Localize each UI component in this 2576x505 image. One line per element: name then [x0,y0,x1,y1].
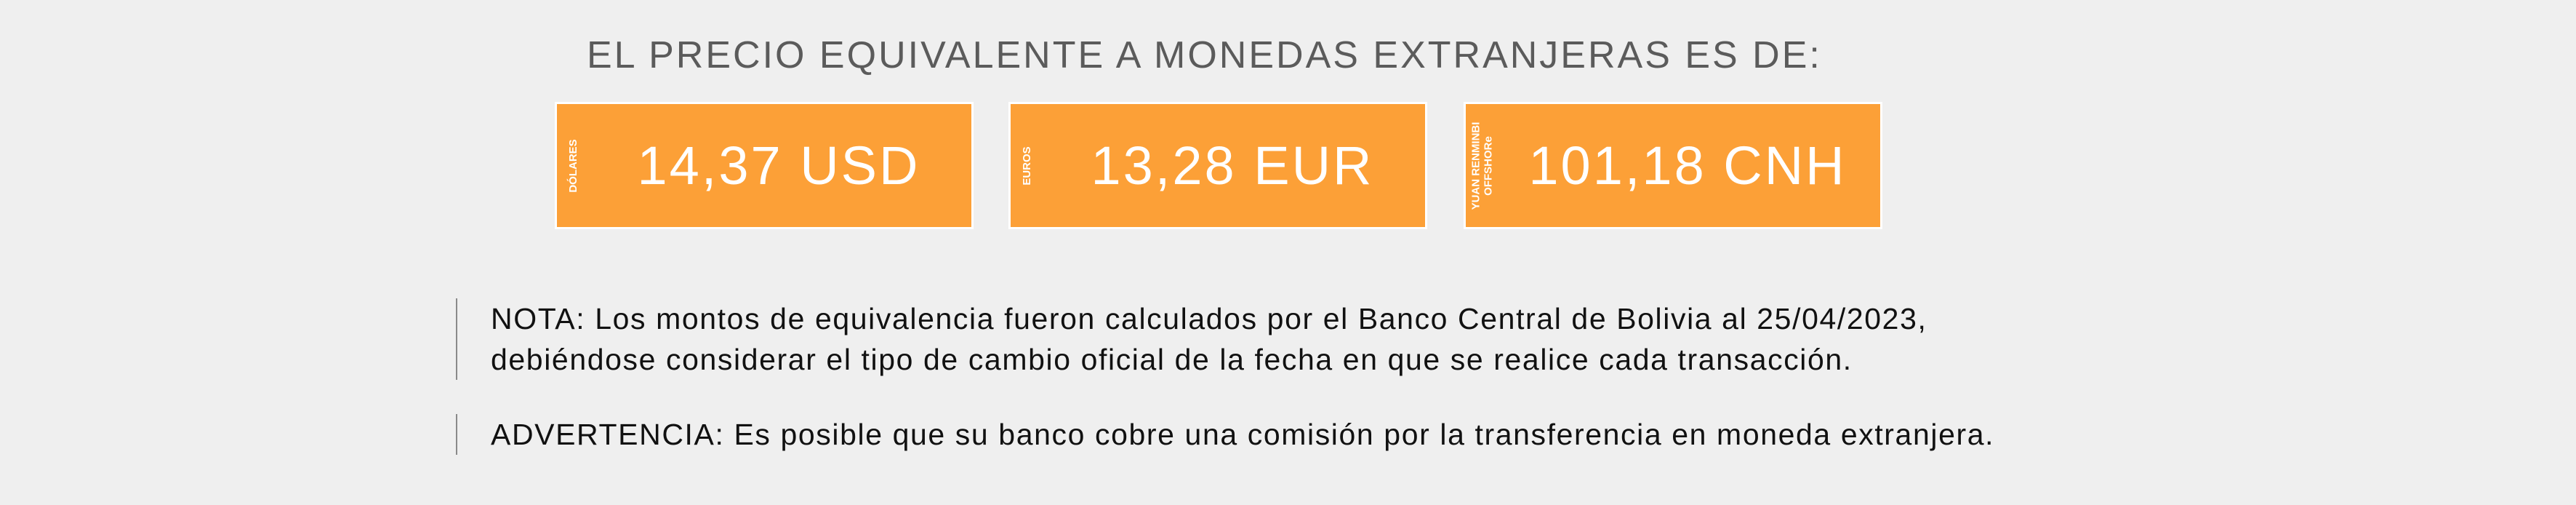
currency-card-eur: EUROS 13,28 EUR [1008,102,1427,229]
currency-card-cnh: YUAN RENMINBI OFFSHORe 101,18 CNH [1464,102,1882,229]
page-title: EL PRECIO EQUIVALENTE A MONEDAS EXTRANJE… [587,34,1822,76]
currency-card-label: EUROS [1020,146,1033,186]
currency-card-amount: 14,37 USD [637,135,920,196]
currency-card-usd: DÓLARES 14,37 USD [555,102,974,229]
currency-card-amount: 13,28 EUR [1091,135,1374,196]
exchange-note: NOTA: Los montos de equivalencia fueron … [456,298,1927,380]
currency-card-label: YUAN RENMINBI OFFSHORe [1469,122,1495,210]
bank-fee-warning: ADVERTENCIA: Es posible que su banco cob… [456,414,1994,455]
bank-fee-warning-text: ADVERTENCIA: Es posible que su banco cob… [491,418,1995,451]
currency-card-amount: 101,18 CNH [1528,135,1847,196]
currency-card-label: DÓLARES [566,138,579,193]
exchange-note-line: NOTA: Los montos de equivalencia fueron … [491,302,1927,335]
exchange-note-line: debiéndose considerar el tipo de cambio … [491,343,1853,376]
